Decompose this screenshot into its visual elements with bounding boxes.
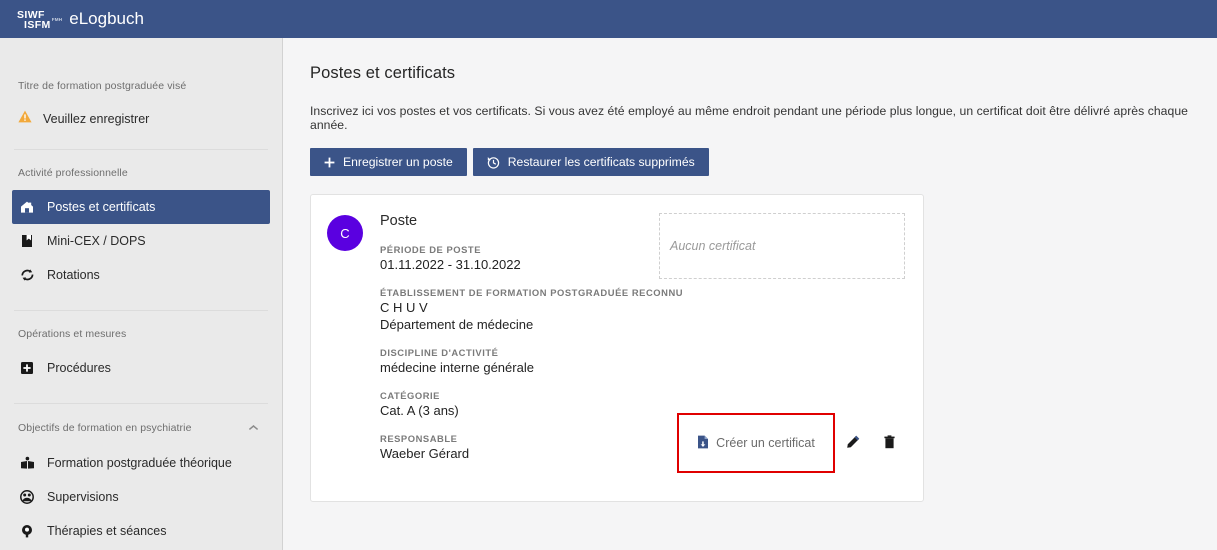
enregistrer-un-poste-button[interactable]: Enregistrer un poste [310, 148, 467, 176]
create-certificate-label: Créer un certificat [716, 436, 815, 450]
sidebar-item-procedures[interactable]: Procédures [12, 351, 270, 385]
brand-logo[interactable]: SIWF ISFM FMH eLogbuch [17, 8, 144, 31]
sidebar-group-header-psychiatrie[interactable]: Objectifs de formation en psychiatrie [0, 421, 282, 435]
sidebar-section-label-psychiatrie: Objectifs de formation en psychiatrie [18, 422, 192, 434]
sidebar-item-label: Postes et certificats [47, 200, 156, 214]
sidebar-item-label: Formation postgraduée théorique [47, 456, 232, 470]
logo-line-2: ISFM [24, 19, 51, 31]
warning-triangle-icon [18, 110, 32, 128]
sidebar: Titre de formation postgraduée visé Veui… [0, 38, 283, 550]
supervision-circle-icon [18, 488, 36, 506]
sidebar-section-label-operations: Opérations et mesures [18, 328, 127, 340]
create-certificate-highlight: Créer un certificat [677, 413, 835, 473]
history-restore-icon [487, 156, 500, 169]
rotation-arrows-icon [18, 266, 36, 284]
edit-button[interactable] [835, 425, 871, 461]
head-bulb-icon [18, 522, 36, 540]
sidebar-item-formation-postgraduee-theorique[interactable]: Formation postgraduée théorique [12, 446, 270, 480]
page-title: Postes et certificats [310, 64, 456, 82]
delete-button[interactable] [871, 425, 907, 461]
button-label: Enregistrer un poste [343, 155, 453, 169]
app-root: SIWF ISFM FMH eLogbuch Titre de formatio… [0, 0, 1217, 550]
chevron-up-icon[interactable] [246, 421, 260, 435]
page-description: Inscrivez ici vos postes et vos certific… [310, 104, 1188, 132]
card-action-row: Créer un certificat [677, 413, 907, 473]
sidebar-item-mini-cex-dops[interactable]: Mini-CEX / DOPS [12, 224, 270, 258]
certificate-empty-slot[interactable]: Aucun certificat [659, 213, 905, 279]
sidebar-item-label: Procédures [47, 361, 111, 375]
sidebar-item-label: Mini-CEX / DOPS [47, 234, 146, 248]
avatar-initial: C [340, 225, 350, 241]
button-label: Restaurer les certificats supprimés [507, 155, 695, 169]
poste-card: C Poste PÉRIODE DE POSTE 01.11.2022 - 31… [310, 194, 924, 502]
sidebar-item-label: Veuillez enregistrer [43, 112, 150, 126]
sidebar-item-therapies-et-seances[interactable]: Thérapies et séances [12, 514, 270, 548]
home-icon [18, 198, 36, 216]
avatar: C [327, 215, 363, 251]
top-bar: SIWF ISFM FMH eLogbuch [0, 0, 1217, 38]
restaurer-certificats-supprimes-button[interactable]: Restaurer les certificats supprimés [472, 148, 709, 176]
siwf-isfm-mark: SIWF ISFM [17, 8, 51, 31]
sidebar-section-label-title: Titre de formation postgraduée visé [18, 80, 187, 92]
sidebar-item-label: Thérapies et séances [47, 524, 167, 538]
sidebar-item-rotations[interactable]: Rotations [12, 258, 270, 292]
certificate-placeholder-text: Aucun certificat [670, 239, 756, 253]
app-name: eLogbuch [69, 8, 144, 28]
plus-square-icon [18, 359, 36, 377]
book-teaching-icon [18, 454, 36, 472]
document-add-icon [697, 435, 709, 452]
bookmark-icon [18, 232, 36, 250]
sidebar-item-label: Supervisions [47, 490, 119, 504]
sidebar-item-postes-et-certificats[interactable]: Postes et certificats [12, 190, 270, 224]
plus-icon [324, 157, 335, 168]
sidebar-item-supervisions[interactable]: Supervisions [12, 480, 270, 514]
card-body: Poste PÉRIODE DE POSTE 01.11.2022 - 31.1… [380, 213, 905, 481]
sidebar-section-label-activite: Activité professionnelle [18, 167, 128, 179]
logo-fmh-superscript: FMH [51, 16, 63, 22]
card-right-column: Aucun certificat Créer un certificat [659, 213, 907, 481]
action-button-row: Enregistrer un poste Restaurer les certi… [310, 148, 1217, 176]
pencil-icon [846, 435, 860, 452]
trash-icon [883, 434, 896, 452]
main-content: Postes et certificats Inscrivez ici vos … [284, 38, 1217, 550]
sidebar-item-label: Rotations [47, 268, 100, 282]
create-certificate-button[interactable]: Créer un certificat [697, 435, 815, 452]
sidebar-item-veuillez-enregistrer[interactable]: Veuillez enregistrer [0, 106, 282, 132]
